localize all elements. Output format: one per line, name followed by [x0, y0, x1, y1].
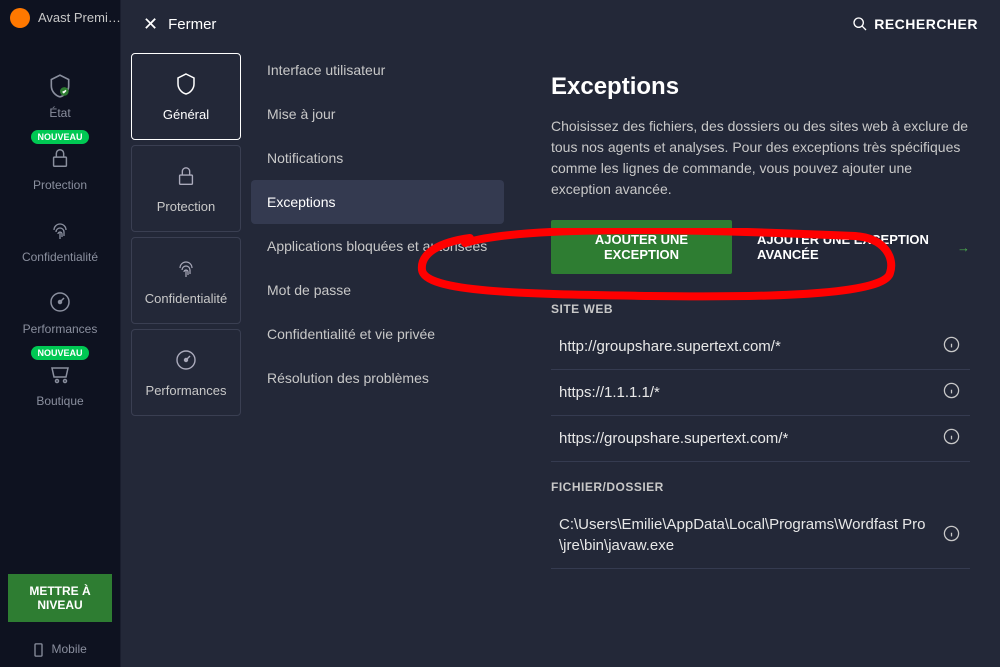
- close-icon: ✕: [143, 14, 158, 35]
- page-title: Exceptions: [551, 73, 970, 101]
- menu-blocked-apps[interactable]: Applications bloquées et autorisées: [251, 224, 504, 268]
- rail-item-protection[interactable]: NOUVEAU Protection: [0, 132, 120, 204]
- app-title: Avast Premi…: [38, 10, 121, 25]
- menu-update[interactable]: Mise à jour: [251, 92, 504, 136]
- shield-check-icon: [46, 72, 74, 100]
- exception-path: C:\Users\Emilie\AppData\Local\Programs\W…: [559, 514, 933, 556]
- fingerprint-icon: [46, 216, 74, 244]
- add-advanced-exception-button[interactable]: AJOUTER UNE EXCEPTION AVANCÉE →: [757, 232, 970, 262]
- exception-row[interactable]: https://1.1.1.1/*: [551, 370, 970, 416]
- new-badge: NOUVEAU: [31, 130, 88, 144]
- new-badge: NOUVEAU: [31, 346, 88, 360]
- add-exception-button[interactable]: AJOUTER UNE EXCEPTION: [551, 220, 732, 274]
- rail-item-store[interactable]: NOUVEAU Boutique: [0, 348, 120, 420]
- shield-icon: [171, 69, 201, 99]
- gauge-icon: [171, 345, 201, 375]
- tab-protection[interactable]: Protection: [131, 145, 241, 232]
- menu-ui[interactable]: Interface utilisateur: [251, 48, 504, 92]
- rail-item-privacy[interactable]: Confidentialité: [0, 204, 120, 276]
- page-description: Choisissez des fichiers, des dossiers ou…: [551, 116, 970, 200]
- exception-path: https://1.1.1.1/*: [559, 382, 933, 403]
- exception-path: https://groupshare.supertext.com/*: [559, 428, 933, 449]
- tab-general[interactable]: Général: [131, 53, 241, 140]
- settings-panel: ✕ Fermer RECHERCHER Général Protection C…: [120, 0, 1000, 667]
- menu-privacy[interactable]: Confidentialité et vie privée: [251, 312, 504, 356]
- lock-icon: [171, 161, 201, 191]
- menu-troubleshoot[interactable]: Résolution des problèmes: [251, 356, 504, 400]
- avast-logo-icon: [10, 8, 30, 28]
- mobile-link[interactable]: Mobile: [0, 642, 120, 657]
- rail-item-status[interactable]: État: [0, 60, 120, 132]
- info-icon[interactable]: [943, 336, 960, 357]
- exception-row[interactable]: C:\Users\Emilie\AppData\Local\Programs\W…: [551, 502, 970, 569]
- exception-row[interactable]: http://groupshare.supertext.com/*: [551, 324, 970, 370]
- section-website-label: SITE WEB: [551, 302, 970, 316]
- settings-categories: Général Protection Confidentialité Perfo…: [131, 48, 241, 667]
- exception-path: http://groupshare.supertext.com/*: [559, 336, 933, 357]
- tab-performance[interactable]: Performances: [131, 329, 241, 416]
- close-button[interactable]: ✕ Fermer: [143, 14, 216, 35]
- menu-password[interactable]: Mot de passe: [251, 268, 504, 312]
- content-area: Exceptions Choisissez des fichiers, des …: [536, 48, 1000, 667]
- exception-row[interactable]: https://groupshare.supertext.com/*: [551, 416, 970, 462]
- upgrade-button[interactable]: METTRE À NIVEAU: [8, 574, 112, 622]
- settings-menu: Interface utilisateur Mise à jour Notifi…: [251, 48, 506, 667]
- button-row: AJOUTER UNE EXCEPTION AJOUTER UNE EXCEPT…: [551, 220, 970, 274]
- lock-icon: [46, 144, 74, 172]
- info-icon[interactable]: [943, 382, 960, 403]
- menu-exceptions[interactable]: Exceptions: [251, 180, 504, 224]
- fingerprint-icon: [171, 253, 201, 283]
- search-icon: [852, 16, 868, 32]
- gauge-icon: [46, 288, 74, 316]
- rail-item-performance[interactable]: Performances: [0, 276, 120, 348]
- settings-header: ✕ Fermer RECHERCHER: [121, 0, 1000, 48]
- info-icon[interactable]: [943, 428, 960, 449]
- info-icon[interactable]: [943, 525, 960, 546]
- search-button[interactable]: RECHERCHER: [852, 16, 978, 32]
- tab-privacy[interactable]: Confidentialité: [131, 237, 241, 324]
- section-file-label: FICHIER/DOSSIER: [551, 480, 970, 494]
- main-sidebar: État NOUVEAU Protection Confidentialité …: [0, 35, 120, 667]
- arrow-right-icon: →: [957, 240, 970, 255]
- menu-notifications[interactable]: Notifications: [251, 136, 504, 180]
- cart-icon: [46, 360, 74, 388]
- mobile-icon: [33, 643, 44, 657]
